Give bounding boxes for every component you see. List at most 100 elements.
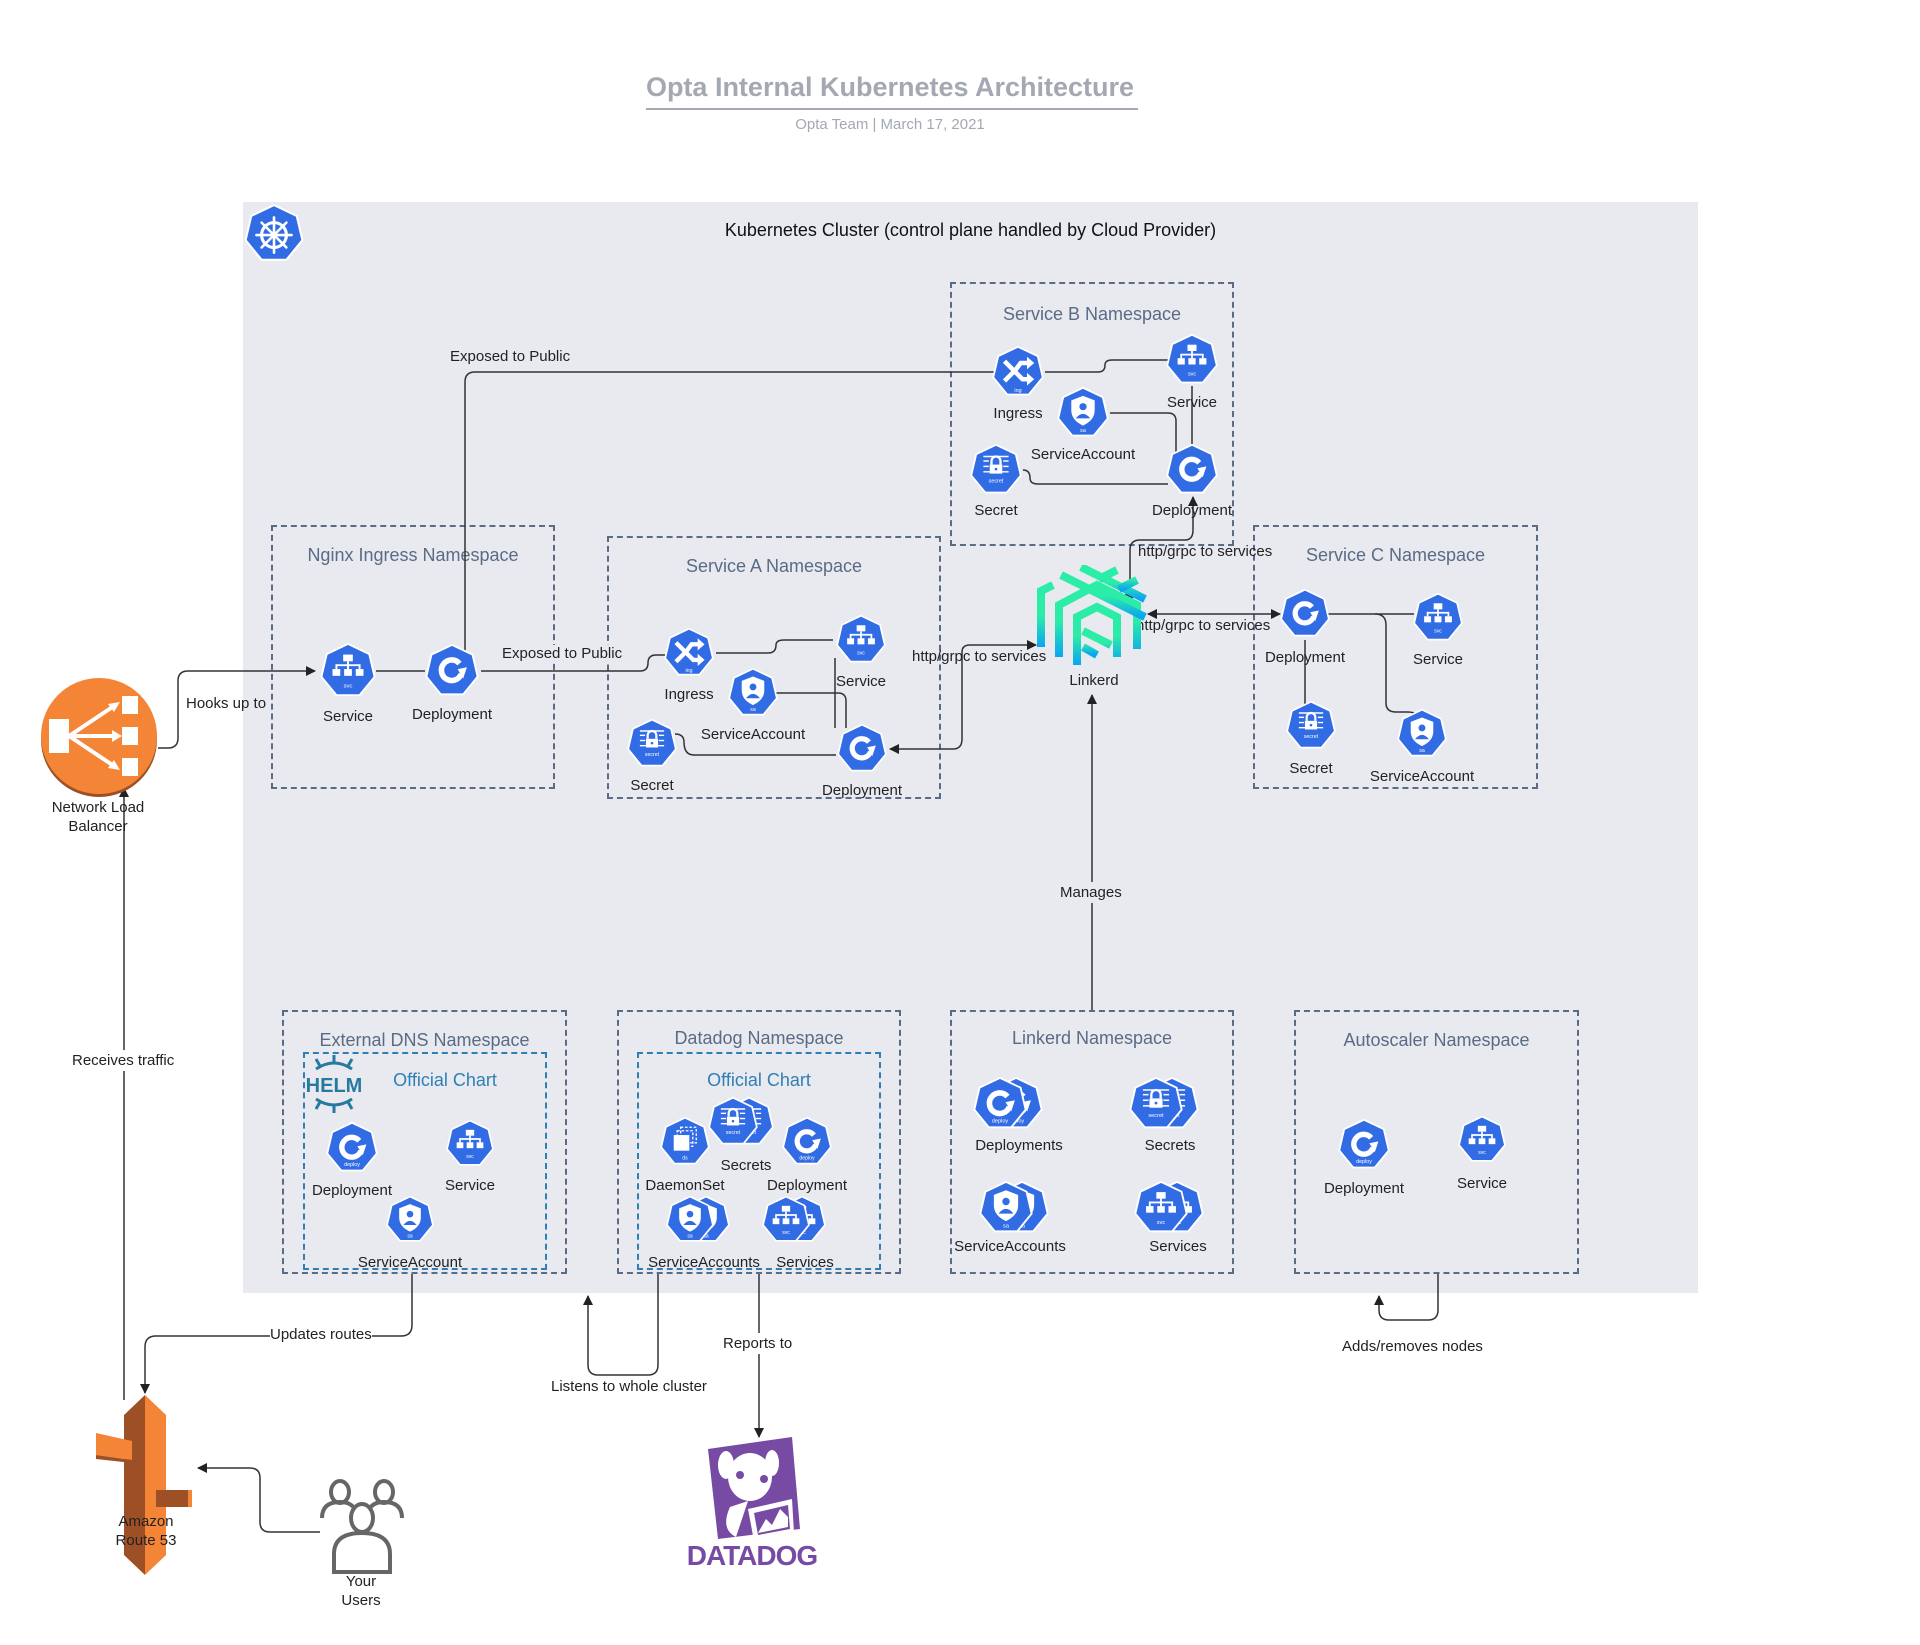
- resource-label: Services: [776, 1254, 834, 1271]
- secret-icon[interactable]: secret: [707, 1096, 759, 1148]
- resource-label: Service: [1166, 394, 1218, 411]
- ingress-icon[interactable]: ing: [663, 627, 715, 679]
- svg-text:sa: sa: [1419, 748, 1425, 754]
- chart-title: Official Chart: [393, 1070, 497, 1090]
- resource-label: ServiceAccount: [700, 726, 806, 743]
- daemonset-icon[interactable]: ds: [659, 1116, 711, 1168]
- namespace-title: Service B Namespace: [1002, 304, 1182, 324]
- resource-label: ServiceAccount: [1369, 768, 1475, 785]
- namespace-title: Datadog Namespace: [674, 1028, 844, 1048]
- ingress-icon[interactable]: ing: [991, 345, 1045, 399]
- edge-label: Exposed to Public: [502, 645, 623, 662]
- secret-icon[interactable]: secret: [1285, 700, 1337, 752]
- edge-label: http/grpc to services: [912, 648, 1047, 665]
- page-subtitle: Opta Team | March 17, 2021: [795, 116, 985, 133]
- resource-label: Deployments: [975, 1137, 1063, 1154]
- secret-icon[interactable]: secret: [1128, 1076, 1184, 1132]
- resource-label: Deployment: [1323, 1180, 1405, 1197]
- resource-label: Deployment: [821, 782, 903, 799]
- network-load-balancer-label: Network Load Balancer: [52, 798, 145, 836]
- secret-icon[interactable]: secret: [969, 443, 1023, 497]
- amazon-route53-label: Amazon Route 53: [116, 1512, 177, 1550]
- service-icon[interactable]: svc: [1165, 333, 1219, 387]
- network-load-balancer-icon[interactable]: [40, 678, 158, 798]
- edge-label: Manages: [1060, 882, 1122, 903]
- resource-label: Deployment: [311, 1182, 393, 1199]
- resource-label: Ingress: [664, 686, 714, 703]
- deployment-icon[interactable]: [836, 723, 888, 775]
- resource-label: Service: [322, 708, 374, 725]
- linkerd-label: Linkerd: [1069, 672, 1119, 689]
- cluster-title: Kubernetes Cluster (control plane handle…: [724, 220, 1217, 240]
- datadog-wordmark: DATADOG: [686, 1540, 818, 1571]
- namespace-title: External DNS Namespace: [319, 1030, 530, 1050]
- svg-text:secret: secret: [989, 479, 1004, 485]
- service-icon[interactable]: svc: [445, 1119, 495, 1169]
- svg-text:secret: secret: [1304, 734, 1319, 740]
- deployment-icon[interactable]: [424, 643, 480, 699]
- namespace-title: Autoscaler Namespace: [1343, 1030, 1530, 1050]
- label-line: Route 53: [115, 1532, 177, 1549]
- deployment-icon[interactable]: deploy: [325, 1121, 379, 1175]
- edge-label: http/grpc to services: [1136, 617, 1271, 634]
- resource-label: ServiceAccount: [357, 1254, 463, 1271]
- label-line: Users: [341, 1592, 381, 1609]
- service-icon[interactable]: svc: [1133, 1180, 1189, 1236]
- service-account-icon[interactable]: sa: [1056, 386, 1110, 440]
- resource-label: Deployment: [766, 1177, 848, 1194]
- deployment-icon[interactable]: [1165, 443, 1219, 497]
- resource-label: DaemonSet: [645, 1177, 725, 1194]
- service-icon[interactable]: svc: [835, 614, 887, 666]
- deployment-icon[interactable]: deploy: [972, 1076, 1028, 1132]
- deployment-icon[interactable]: deploy: [1337, 1118, 1391, 1172]
- resource-label: Secrets: [1144, 1137, 1196, 1154]
- edge-label: Exposed to Public: [448, 348, 573, 365]
- resource-label: Service: [1412, 651, 1464, 668]
- resource-label: Deployment: [1151, 502, 1233, 519]
- secret-icon[interactable]: secret: [626, 718, 678, 770]
- label-line: Balancer: [68, 818, 128, 835]
- svg-text:svc: svc: [1434, 629, 1442, 635]
- service-account-icon[interactable]: sa: [665, 1195, 715, 1245]
- edge-label: Listens to whole cluster: [551, 1378, 707, 1395]
- svg-text:secret: secret: [645, 752, 660, 758]
- svg-text:svc: svc: [344, 683, 353, 689]
- users-icon: [320, 1478, 404, 1574]
- deployment-icon[interactable]: [1279, 588, 1331, 640]
- service-icon[interactable]: svc: [761, 1195, 811, 1245]
- resource-label: Secret: [1289, 760, 1333, 777]
- svg-text:sa: sa: [687, 1234, 693, 1240]
- service-icon[interactable]: svc: [319, 642, 377, 700]
- svg-text:secret: secret: [1148, 1113, 1164, 1119]
- service-account-icon[interactable]: sa: [385, 1195, 435, 1245]
- svg-text:svc: svc: [1157, 1220, 1166, 1226]
- title-underline: [646, 108, 1138, 110]
- namespace-title: Linkerd Namespace: [1011, 1028, 1173, 1048]
- svg-text:HELM: HELM: [306, 1075, 363, 1097]
- namespace-title: Service C Namespace: [1305, 545, 1486, 565]
- edge-label: Adds/removes nodes: [1342, 1338, 1483, 1355]
- service-account-icon[interactable]: sa: [978, 1180, 1034, 1236]
- resource-label: ServiceAccount: [1030, 446, 1136, 463]
- svg-text:deploy: deploy: [992, 1119, 1009, 1125]
- service-account-icon[interactable]: sa: [1396, 708, 1448, 760]
- svg-text:deploy: deploy: [1356, 1159, 1372, 1165]
- svg-text:sa: sa: [407, 1234, 413, 1240]
- resource-label: Ingress: [993, 405, 1043, 422]
- svg-text:ds: ds: [682, 1155, 688, 1161]
- resource-label: ServiceAccounts: [648, 1254, 760, 1271]
- service-icon[interactable]: svc: [1412, 592, 1464, 644]
- service-icon[interactable]: svc: [1457, 1115, 1507, 1165]
- resource-label: Deployment: [411, 706, 493, 723]
- svg-text:svc: svc: [1478, 1150, 1486, 1156]
- resource-label: Secret: [974, 502, 1018, 519]
- helm-logo-icon: HELM: [302, 1055, 366, 1113]
- resource-label: Deployment: [1264, 649, 1346, 666]
- chart-title: Official Chart: [707, 1070, 811, 1090]
- page-title: Opta Internal Kubernetes Architecture: [645, 72, 1135, 102]
- resource-label: Services: [1149, 1238, 1207, 1255]
- service-account-icon[interactable]: sa: [727, 667, 779, 719]
- svg-text:svc: svc: [1188, 371, 1196, 377]
- deployment-icon[interactable]: deploy: [781, 1116, 833, 1168]
- resource-label: ServiceAccounts: [954, 1238, 1066, 1255]
